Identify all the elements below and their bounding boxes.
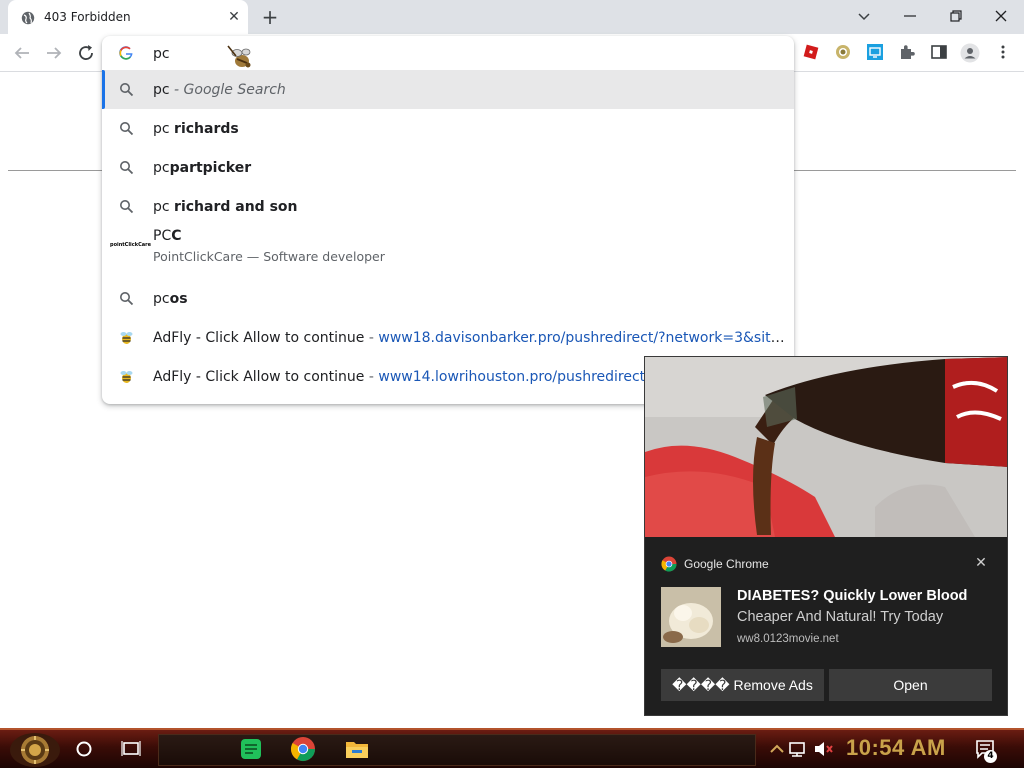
file-explorer-icon[interactable] — [342, 734, 372, 764]
suggestion-label: pc - Google Search — [153, 82, 286, 98]
side-panel-icon[interactable] — [930, 43, 948, 61]
adfly-bee-icon — [119, 330, 134, 345]
chrome-icon — [661, 556, 677, 572]
search-icon — [119, 160, 134, 175]
profile-avatar-icon[interactable] — [960, 43, 980, 63]
close-window-button[interactable] — [991, 6, 1011, 26]
google-g-icon — [118, 45, 134, 61]
minimize-button[interactable] — [900, 6, 920, 26]
globe-icon — [21, 10, 35, 25]
menu-kebab-icon[interactable] — [994, 43, 1012, 61]
forward-arrow-icon[interactable] — [42, 41, 66, 65]
screen-share-extension-icon[interactable] — [866, 43, 884, 61]
suggestion-pcos[interactable]: pcos — [102, 279, 794, 318]
taskbar-clock[interactable]: 10:54 AM — [846, 735, 946, 761]
search-icon — [119, 121, 134, 136]
restore-button[interactable] — [946, 6, 966, 26]
suggestion-google-search[interactable]: pc - Google Search — [102, 70, 794, 109]
push-notification[interactable]: Google Chrome ✕ DIABETES? Quickly Lower … — [644, 356, 1008, 716]
entity-title: PCC — [153, 228, 182, 244]
adfly-bee-icon — [119, 369, 134, 384]
notification-body: Cheaper And Natural! Try Today — [737, 609, 944, 625]
suggestion-label: pc richards — [153, 121, 239, 137]
notification-count-badge: 4 — [984, 750, 997, 763]
back-arrow-icon[interactable] — [10, 41, 34, 65]
open-button[interactable]: Open — [829, 669, 992, 701]
search-icon — [119, 291, 134, 306]
taskbar: 10:54 AM 4 — [0, 728, 1024, 768]
suggestion-label: pcos — [153, 291, 188, 307]
suggestion-pc-richards[interactable]: pc richards — [102, 109, 794, 148]
pointclickcare-logo: pointClickCare — [110, 242, 151, 248]
tab-search-icon[interactable] — [854, 6, 874, 26]
extensions-puzzle-icon[interactable] — [898, 43, 916, 61]
tab-403-forbidden[interactable]: 403 Forbidden ✕ — [8, 0, 248, 34]
new-tab-button[interactable]: + — [258, 6, 282, 28]
roblox-extension-icon[interactable] — [802, 43, 820, 61]
suggestion-label: pcpartpicker — [153, 160, 252, 176]
notification-close-icon[interactable]: ✕ — [973, 555, 989, 571]
notification-site: ww8.0123movie.net — [737, 633, 839, 645]
notification-hero-image — [645, 357, 1007, 537]
suggestion-label: AdFly - Click Allow to continue - www18.… — [153, 330, 788, 346]
notification-title: DIABETES? Quickly Lower Blood — [737, 588, 968, 604]
search-circle-icon[interactable] — [70, 734, 100, 764]
chrome-taskbar-icon[interactable] — [288, 734, 318, 764]
suggestion-pcc-entity[interactable]: pointClickCare PCC PointClickCare — Soft… — [102, 226, 794, 278]
suggestion-pc-richard-and-son[interactable]: pc richard and son — [102, 187, 794, 226]
notification-app-name: Google Chrome — [684, 557, 769, 571]
tab-strip: 403 Forbidden ✕ + — [0, 0, 1024, 34]
omnibox-input[interactable]: pc — [102, 36, 794, 70]
task-view-icon[interactable] — [116, 734, 146, 764]
notification-thumbnail — [661, 587, 721, 647]
omnibox-dropdown: pc pc - Google Search pc richards pcpart… — [102, 36, 794, 404]
search-icon — [119, 199, 134, 214]
reload-icon[interactable] — [74, 41, 98, 65]
ring-extension-icon[interactable] — [834, 43, 852, 61]
tab-close-icon[interactable]: ✕ — [226, 9, 242, 25]
tab-title: 403 Forbidden — [44, 10, 131, 24]
start-button[interactable] — [8, 732, 62, 768]
search-icon — [119, 82, 134, 97]
notes-app-icon[interactable] — [236, 734, 266, 764]
omnibox-query-text: pc — [153, 46, 170, 62]
remove-ads-button[interactable]: ���� Remove Ads — [661, 669, 824, 701]
volume-muted-icon[interactable] — [808, 734, 838, 764]
suggestion-pcpartpicker[interactable]: pcpartpicker — [102, 148, 794, 187]
entity-subtitle: PointClickCare — Software developer — [153, 249, 385, 264]
screen: 403 Forbidden ✕ + pc pc - Google Search … — [0, 0, 1024, 768]
suggestion-label: pc richard and son — [153, 199, 298, 215]
suggestion-adfly-1[interactable]: AdFly - Click Allow to continue - www18.… — [102, 318, 794, 357]
